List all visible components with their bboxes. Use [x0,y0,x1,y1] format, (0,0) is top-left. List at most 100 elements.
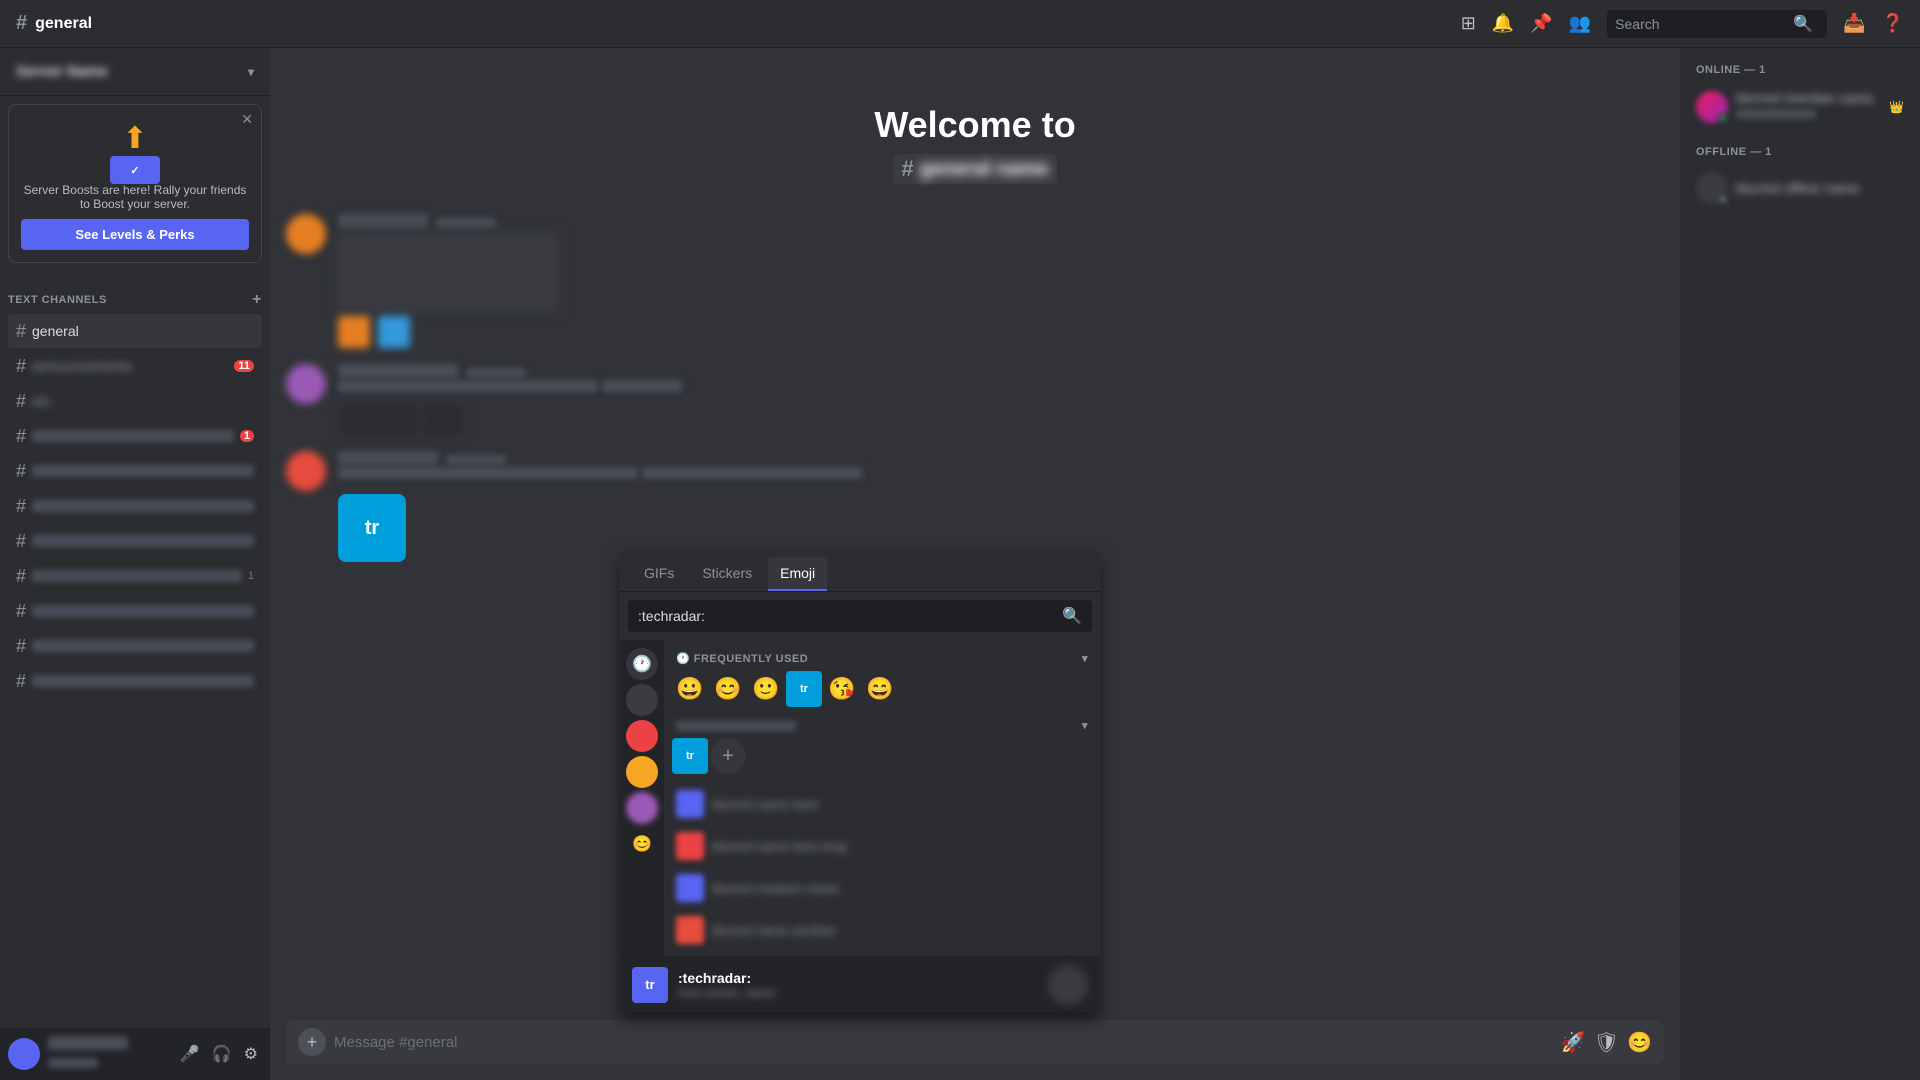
topbar-icons: ⊞ 🔔 📌 👥 🔍 📥 ❓ [1461,10,1904,38]
offline-count: 1 [1765,146,1772,158]
inbox-icon[interactable]: 📥 [1843,13,1865,34]
channel-name-blurred [32,465,254,477]
channel-name: general [35,15,92,33]
channel-item-blurred-1[interactable]: # 1 [8,419,262,453]
close-icon[interactable]: ✕ [241,111,253,128]
section-toggle[interactable]: ▾ [1082,652,1088,665]
channel-item-blurred-8[interactable]: # [8,664,262,698]
channel-item-announcements[interactable]: # announcements 11 [8,349,262,383]
nav-server-1[interactable] [626,720,658,752]
send-gift-icon[interactable]: 🚀 [1561,1030,1586,1055]
nav-server-3[interactable] [626,792,658,824]
search-input[interactable] [1615,16,1785,32]
user-area: 🎤 🎧 ⚙ [0,1028,270,1080]
nav-recent[interactable]: 🕐 [626,648,658,680]
server-emoji-row-3[interactable]: blurred medium name [672,870,1092,906]
channel-list: TEXT CHANNELS + # general # announcement… [0,271,270,1028]
message-header-2 [338,364,1664,378]
member-item-online-1[interactable]: blurred member name 👑 [1688,84,1912,130]
bell-icon[interactable]: 🔔 [1492,13,1514,34]
picker-tab-emoji[interactable]: Emoji [768,557,827,591]
message-content-3: tr [338,451,1664,562]
hash-icon: # [16,321,26,342]
server-emoji-row-1[interactable]: blurred name here [672,786,1092,822]
hash-icon: # [16,601,26,622]
shield-icon[interactable]: 🛡 [1594,1030,1619,1055]
server-emoji-row-4[interactable]: blurred name another [672,912,1092,948]
emoji-smile-eyes[interactable]: 😊 [710,671,746,707]
mute-button[interactable]: 🎤 [176,1040,204,1068]
message-input[interactable] [334,1034,1553,1051]
emoji-button[interactable]: 😊 [1627,1030,1652,1055]
main-layout: Server Name ▾ ✕ ⬆ ✓ Server Boosts are he… [0,48,1920,1080]
server-emoji-name-2: blurred name here long [712,839,1080,854]
boost-description: Server Boosts are here! Rally your frien… [21,183,249,211]
server-emoji-row-2[interactable]: blurred name here long [672,828,1092,864]
channel-item-blurred-7[interactable]: # [8,629,262,663]
channel-item-blurred-4[interactable]: # [8,524,262,558]
hash-icon: # [16,426,26,447]
emoji-laughing[interactable]: 😄 [862,671,898,707]
boost-button[interactable]: See Levels & Perks [21,219,249,250]
user-discriminator [48,1058,98,1068]
channel-name-blurred [32,535,254,547]
text-channels-category: TEXT CHANNELS + [0,275,270,313]
picker-tab-stickers[interactable]: Stickers [690,557,764,591]
section-toggle-server[interactable]: ▾ [1082,719,1088,732]
member-name-online-1: blurred member name [1736,90,1877,106]
status-online-dot [1718,113,1728,123]
nav-face[interactable]: 😊 [626,828,658,860]
status-offline-dot [1718,194,1728,204]
custom-emoji-large: tr [338,494,406,562]
help-icon[interactable]: ❓ [1882,13,1904,34]
channel-item-general[interactable]: # general [8,314,262,348]
member-item-offline-1[interactable]: blurred offline name [1688,166,1912,210]
chat-area: Welcome to # general name [270,48,1680,1080]
settings-button[interactable]: ⚙ [240,1040,262,1068]
nav-server-2[interactable] [626,756,658,788]
preview-server-icon [1048,965,1088,1005]
topbar: # general ⊞ 🔔 📌 👥 🔍 📥 ❓ [0,0,1920,48]
emoji-kissing[interactable]: 😘 [824,671,860,707]
emoji-search-bar[interactable]: 🔍 [628,600,1092,632]
add-attachment-button[interactable]: + [298,1028,326,1056]
channel-name-general: general [32,323,254,339]
message-header-1 [338,214,1664,228]
emoji-search-input[interactable] [638,608,1056,624]
message-input-box: + 🚀 🛡 😊 [286,1020,1664,1064]
channel-item-blurred-3[interactable]: # [8,489,262,523]
message-text-3b [642,467,862,479]
emoji-techradar[interactable]: tr [672,738,708,774]
hash-icon: # [16,671,26,692]
channel-item-blurred-6[interactable]: # [8,594,262,628]
channel-item-blurred-2[interactable]: # [8,454,262,488]
user-avatar-2 [286,364,326,404]
pin-icon[interactable]: 📌 [1530,13,1552,34]
emoji-smile[interactable]: 🙂 [748,671,784,707]
add-channel-icon[interactable]: + [252,291,262,309]
user-avatar [8,1038,40,1070]
channel-name-blurred [32,500,254,512]
channel-item-etc[interactable]: # etc [8,384,262,418]
section-header-server: ▾ [672,715,1092,738]
emoji-picker: GIFs Stickers Emoji 🔍 🕐 😊 [620,549,1100,1012]
message-input-area: + 🚀 🛡 😊 [270,1020,1680,1080]
picker-tab-gifs[interactable]: GIFs [632,557,686,591]
section-header-frequent: 🕐 FREQUENTLY USED ▾ [672,648,1092,671]
threads-icon[interactable]: ⊞ [1461,13,1476,34]
server-emoji-icon-4 [676,916,704,944]
emoji-techradar-custom[interactable]: tr [786,671,822,707]
members-icon[interactable]: 👥 [1569,13,1591,34]
deafen-button[interactable]: 🎧 [208,1040,236,1068]
members-sidebar: ONLINE — 1 blurred member name 👑 OFFLINE… [1680,48,1920,1080]
online-count: 1 [1759,64,1766,76]
emoji-grinning[interactable]: 😀 [672,671,708,707]
user-controls: 🎤 🎧 ⚙ [176,1040,262,1068]
add-emoji-button[interactable]: + [710,738,746,774]
server-header[interactable]: Server Name ▾ [0,48,270,96]
channel-item-blurred-5[interactable]: # 1 [8,559,262,593]
search-bar[interactable]: 🔍 [1607,10,1827,38]
welcome-header: Welcome to # general name [286,64,1664,214]
nav-emoji[interactable] [626,684,658,716]
preview-emoji-icon: tr [632,967,668,1003]
